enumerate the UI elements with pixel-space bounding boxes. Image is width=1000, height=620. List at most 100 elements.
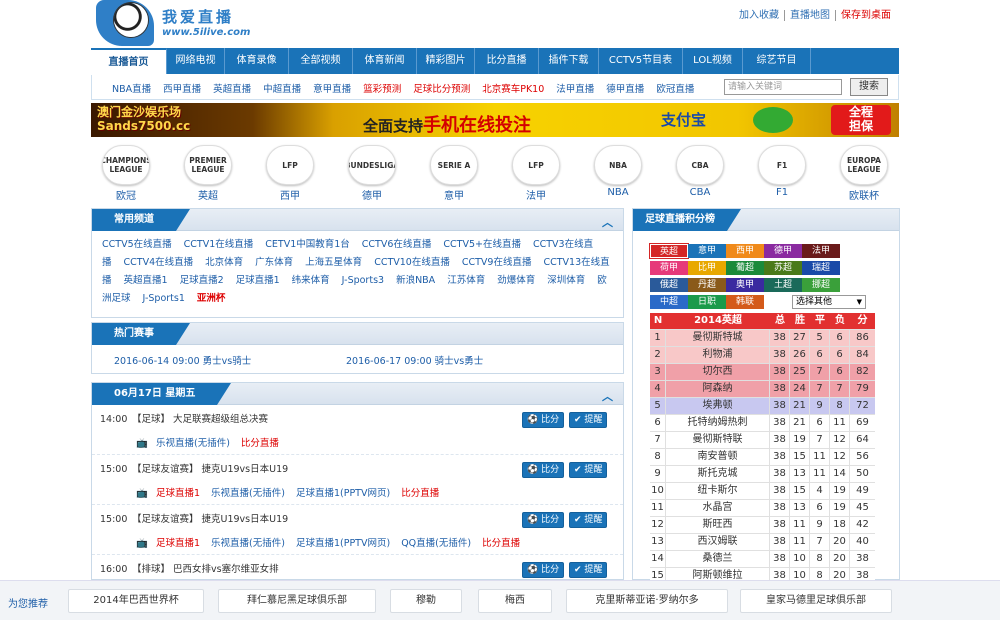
sub-nav-link[interactable]: 意甲直播 [313,84,351,95]
channel-link[interactable]: CCTV4在线直播 [124,257,194,268]
league-5[interactable]: LFP 法甲 [506,145,566,202]
standings-league-tab[interactable]: 西甲 [726,244,764,258]
site-map-link[interactable]: 直播地图 [785,10,836,21]
nav-item-6[interactable]: 比分直播 [475,48,539,74]
standings-row[interactable]: 4 阿森纳 38 24 7 7 79 [650,381,875,398]
remind-button[interactable]: ✔ 提醒 [569,412,608,428]
nav-item-1[interactable]: 网络电视 [167,48,225,74]
nav-item-8[interactable]: CCTV5节目表 [599,48,683,74]
nav-item-10[interactable]: 综艺节目 [743,48,811,74]
recommend-item[interactable]: 克里斯蒂亚诺·罗纳尔多 [566,589,728,613]
standings-league-tab[interactable]: 瑞超 [802,261,840,275]
score-button[interactable]: ⚽ 比分 [522,462,565,478]
league-8[interactable]: F1 F1 [752,145,812,201]
standings-row[interactable]: 1 曼彻斯特城 38 27 5 6 86 [650,330,875,347]
league-2[interactable]: LFP 西甲 [260,145,320,202]
standings-league-tab[interactable]: 日职 [688,295,726,309]
sub-nav-link[interactable]: 英超直播 [213,84,251,95]
stream-link[interactable]: 比分直播 [241,438,279,449]
channel-link[interactable]: 江苏体育 [447,275,485,286]
channel-link[interactable]: J-Sports3 [342,275,384,286]
sub-nav-link[interactable]: 欧冠直播 [656,84,694,95]
standings-row[interactable]: 5 埃弗顿 38 21 9 8 72 [650,398,875,415]
site-logo[interactable]: 我爱直播 www.5ilive.com [96,0,256,46]
score-button[interactable]: ⚽ 比分 [522,512,565,528]
nav-item-3[interactable]: 全部视频 [289,48,353,74]
recommend-item[interactable]: 皇家马德里足球俱乐部 [740,589,892,613]
nav-item-0[interactable]: 直播首页 [91,48,167,74]
channel-link[interactable]: 纬来体育 [292,275,330,286]
collapse-caret-icon[interactable]: ︿ [602,214,613,230]
standings-league-tab[interactable]: 中超 [650,295,688,309]
standings-league-tab[interactable]: 奥甲 [726,278,764,292]
nav-item-2[interactable]: 体育录像 [225,48,289,74]
nav-item-7[interactable]: 插件下载 [539,48,599,74]
collapse-caret-icon[interactable]: ︿ [602,388,613,404]
channel-link[interactable]: CCTV5+在线直播 [443,239,521,250]
league-7[interactable]: CBA CBA [670,145,730,201]
recommend-item[interactable]: 2014年巴西世界杯 [68,589,204,613]
standings-league-tab[interactable]: 葡超 [726,261,764,275]
standings-league-tab[interactable]: 英超 [649,243,689,259]
score-button[interactable]: ⚽ 比分 [522,412,565,428]
standings-row[interactable]: 12 斯旺西 38 11 9 18 42 [650,517,875,534]
standings-league-tab[interactable]: 韩联 [726,295,764,309]
score-button[interactable]: ⚽ 比分 [522,562,565,578]
add-favorite-link[interactable]: 加入收藏 [734,10,785,21]
standings-row[interactable]: 13 西汉姆联 38 11 7 20 40 [650,534,875,551]
channel-link[interactable]: 亚洲杯 [197,293,226,304]
sub-nav-link[interactable]: 法甲直播 [556,84,594,95]
channel-link[interactable]: 英超直播1 [124,275,168,286]
standings-league-tab[interactable]: 挪超 [802,278,840,292]
league-4[interactable]: SERIE A 意甲 [424,145,484,202]
nav-item-5[interactable]: 精彩图片 [417,48,475,74]
channel-link[interactable]: 足球直播1 [236,275,280,286]
standings-row[interactable]: 7 曼彻斯特联 38 19 7 12 64 [650,432,875,449]
standings-league-tab[interactable]: 俄超 [650,278,688,292]
channel-link[interactable]: 劲爆体育 [497,275,535,286]
channel-link[interactable]: 深圳体育 [547,275,585,286]
sub-nav-link[interactable]: 足球比分预测 [413,84,470,95]
nav-item-9[interactable]: LOL视频 [683,48,743,74]
recommend-item[interactable]: 穆勒 [390,589,462,613]
recommend-item[interactable]: 梅西 [478,589,552,613]
sub-nav-link[interactable]: NBA直播 [112,84,151,95]
standings-row[interactable]: 2 利物浦 38 26 6 6 84 [650,347,875,364]
standings-row[interactable]: 14 桑德兰 38 10 8 20 38 [650,551,875,568]
standings-row[interactable]: 3 切尔西 38 25 7 6 82 [650,364,875,381]
stream-link[interactable]: 足球直播1(PPTV网页) [296,538,390,549]
stream-link[interactable]: 足球直播1 [156,488,200,499]
standings-league-tab[interactable]: 苏超 [764,261,802,275]
stream-link[interactable]: 乐视直播(无插件) [156,438,230,449]
sub-nav-link[interactable]: 西甲直播 [163,84,201,95]
search-input[interactable]: 请输入关键词 [724,79,842,95]
channel-link[interactable]: 新浪NBA [396,275,435,286]
standings-row[interactable]: 6 托特纳姆热刺 38 21 6 11 69 [650,415,875,432]
standings-league-tab[interactable]: 荷甲 [650,261,688,275]
sub-nav-link[interactable]: 北京赛车PK10 [482,84,544,95]
stream-link[interactable]: 足球直播1(PPTV网页) [296,488,390,499]
sub-nav-link[interactable]: 中超直播 [263,84,301,95]
remind-button[interactable]: ✔ 提醒 [569,462,608,478]
league-0[interactable]: CHAMPIONS LEAGUE 欧冠 [96,145,156,202]
channel-link[interactable]: J-Sports1 [143,293,185,304]
channel-link[interactable]: CCTV9在线直播 [462,257,532,268]
channel-link[interactable]: CCTV5在线直播 [102,239,172,250]
search-button[interactable]: 搜索 [850,78,888,96]
remind-button[interactable]: ✔ 提醒 [569,562,608,578]
league-6[interactable]: NBA NBA [588,145,648,201]
league-1[interactable]: PREMIER LEAGUE 英超 [178,145,238,202]
standings-row[interactable]: 8 南安普顿 38 15 11 12 56 [650,449,875,466]
standings-league-tab[interactable]: 丹超 [688,278,726,292]
standings-league-tab[interactable]: 比甲 [688,261,726,275]
standings-row[interactable]: 9 斯托克城 38 13 11 14 50 [650,466,875,483]
ad-banner[interactable]: 澳门金沙娱乐场 Sands7500.cc 全面支持手机在线投注 支付宝 全程 担… [91,103,899,137]
sub-nav-link[interactable]: 德甲直播 [606,84,644,95]
channel-link[interactable]: CCTV6在线直播 [362,239,432,250]
league-9[interactable]: EUROPA LEAGUE 欧联杯 [834,145,894,202]
channel-link[interactable]: CETV1中国教育1台 [265,239,350,250]
channel-link[interactable]: 广东体育 [255,257,293,268]
recommend-item[interactable]: 拜仁慕尼黑足球俱乐部 [218,589,376,613]
standings-league-tab[interactable]: 意甲 [688,244,726,258]
hot-event-item[interactable]: 2016-06-17 09:00 骑士vs勇士 [346,353,483,367]
